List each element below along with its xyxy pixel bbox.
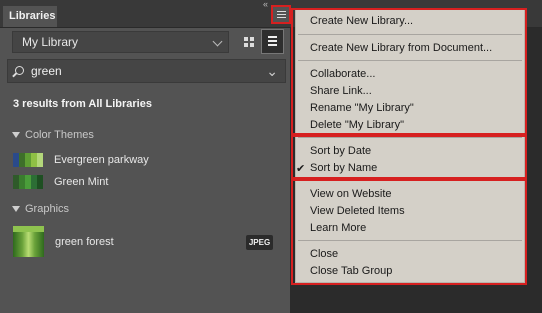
menu-item-delete[interactable]: Delete "My Library"	[310, 119, 404, 131]
menu-item-view-on-website[interactable]: View on Website	[310, 188, 392, 200]
menu-item-rename[interactable]: Rename "My Library"	[310, 102, 414, 114]
menu-separator	[298, 34, 522, 35]
library-dropdown[interactable]: My Library	[12, 31, 229, 53]
color-chip	[37, 175, 43, 189]
menu-separator	[298, 240, 522, 241]
menu-item-view-deleted-items[interactable]: View Deleted Items	[310, 205, 405, 217]
menu-item-collaborate[interactable]: Collaborate...	[310, 68, 375, 80]
chevron-down-icon	[212, 36, 223, 47]
menu-separator	[298, 180, 522, 181]
search-scope-chevron-icon[interactable]: ⌄	[266, 62, 278, 80]
menu-item-close[interactable]: Close	[310, 248, 338, 260]
tab-libraries[interactable]: Libraries	[3, 6, 57, 27]
color-theme-swatch[interactable]	[13, 153, 43, 167]
menu-separator	[298, 60, 522, 61]
search-field[interactable]: green ⌄	[7, 59, 286, 83]
graphic-thumbnail[interactable]	[13, 226, 44, 257]
panel-flyout-menu: Create New Library... Create New Library…	[295, 8, 525, 283]
hamburger-icon-line	[277, 14, 286, 15]
color-chip	[37, 153, 43, 167]
hamburger-icon	[277, 11, 286, 12]
list-view-button[interactable]	[261, 29, 284, 54]
menu-item-learn-more[interactable]: Learn More	[310, 222, 366, 234]
search-icon	[15, 66, 24, 75]
hamburger-icon-line	[277, 17, 286, 18]
section-title: Graphics	[25, 203, 70, 215]
grid-view-button[interactable]	[238, 31, 260, 53]
color-theme-name[interactable]: Green Mint	[54, 176, 108, 188]
color-theme-swatch[interactable]	[13, 175, 43, 189]
graphic-name[interactable]: green forest	[55, 236, 114, 248]
section-title: Color Themes	[25, 129, 94, 141]
menu-item-label: Sort by Name	[310, 162, 378, 174]
disclosure-triangle-icon	[12, 132, 20, 139]
menu-item-create-from-document[interactable]: Create New Library from Document...	[310, 42, 492, 54]
checkmark-icon: ✔	[296, 163, 306, 175]
collapse-panel-icon[interactable]: «	[263, 0, 268, 9]
results-summary: 3 results from All Libraries	[13, 98, 152, 110]
file-type-badge: JPEG	[246, 235, 273, 250]
panel-menu-button[interactable]	[271, 5, 291, 24]
menu-item-create-new-library[interactable]: Create New Library...	[310, 15, 413, 27]
menu-item-share-link[interactable]: Share Link...	[310, 85, 372, 97]
menu-separator	[298, 137, 522, 138]
section-color-themes[interactable]: Color Themes	[12, 129, 94, 141]
color-theme-name[interactable]: Evergreen parkway	[54, 154, 149, 166]
menu-item-sort-by-date[interactable]: Sort by Date	[310, 145, 371, 157]
search-input[interactable]: green	[31, 60, 62, 82]
library-dropdown-value: My Library	[22, 35, 79, 49]
menu-item-close-tab-group[interactable]: Close Tab Group	[310, 265, 392, 277]
disclosure-triangle-icon	[12, 206, 20, 213]
section-graphics[interactable]: Graphics	[12, 203, 69, 215]
menu-item-sort-by-name[interactable]: ✔ Sort by Name	[296, 162, 378, 175]
